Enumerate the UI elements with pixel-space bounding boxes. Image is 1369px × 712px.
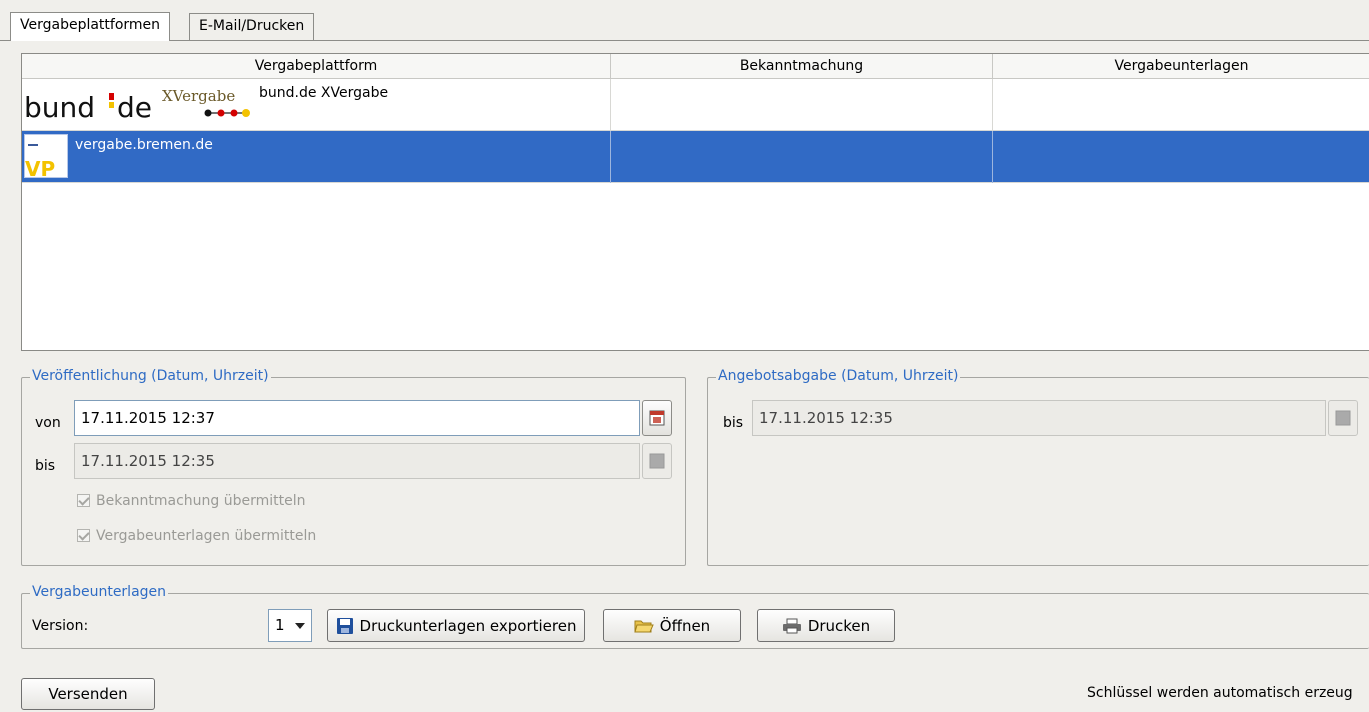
column-header-platform[interactable]: Vergabeplattform <box>22 54 611 79</box>
from-label: von <box>35 415 61 431</box>
vp-logo: VP <box>24 134 68 179</box>
checkbox-icon <box>77 529 90 542</box>
offer-calendar-button <box>1328 400 1358 436</box>
publication-to-input: 17.11.2015 12:35 <box>74 443 640 479</box>
checkbox-icon <box>77 494 90 507</box>
tab-vergabeplattformen[interactable]: Vergabeplattformen <box>10 12 171 41</box>
documents-group: Vergabeunterlagen Version: 1 Druckunterl… <box>21 584 1369 649</box>
calendar-icon <box>1335 410 1351 426</box>
publication-group: Veröffentlichung (Datum, Uhrzeit) von 17… <box>21 368 686 566</box>
publication-from-calendar-button[interactable] <box>642 400 672 436</box>
announcement-checkbox: Bekanntmachung übermitteln <box>77 493 306 509</box>
dropdown-arrow-icon <box>295 623 305 629</box>
platform-cell: VP vergabe.bremen.de <box>22 131 611 183</box>
announcement-cell <box>611 79 993 131</box>
version-label: Version: <box>32 618 89 634</box>
publication-legend: Veröffentlichung (Datum, Uhrzeit) <box>30 368 271 384</box>
print-button[interactable]: Drucken <box>757 609 895 642</box>
calendar-icon <box>649 410 665 426</box>
platform-cell: bund de XVergabe bund.de XVergabe <box>22 79 611 131</box>
tab-email-drucken[interactable]: E-Mail/Drucken <box>189 13 315 40</box>
calendar-icon <box>649 453 665 469</box>
to-label: bis <box>35 458 56 474</box>
publication-to-calendar-button <box>642 443 672 479</box>
save-icon <box>336 617 353 634</box>
documents-legend: Vergabeunterlagen <box>30 584 169 600</box>
publication-from-input[interactable]: 17.11.2015 12:37 <box>74 400 640 436</box>
column-header-documents[interactable]: Vergabeunterlagen <box>993 54 1369 79</box>
documents-cell <box>993 131 1369 183</box>
table-row-selected[interactable]: VP vergabe.bremen.de <box>22 131 1369 183</box>
open-button[interactable]: Öffnen <box>603 609 741 642</box>
offer-to-input: 17.11.2015 12:35 <box>752 400 1326 436</box>
offer-group: Angebotsabgabe (Datum, Uhrzeit) bis 17.1… <box>707 368 1369 566</box>
bund-de-xvergabe-logo: bund de XVergabe <box>24 83 256 127</box>
export-print-documents-button[interactable]: Druckunterlagen exportieren <box>327 609 585 642</box>
platform-name: bund.de XVergabe <box>259 85 389 101</box>
documents-cell <box>993 79 1369 131</box>
announcement-cell <box>611 131 993 183</box>
table-header: Vergabeplattform Bekanntmachung Vergabeu… <box>22 54 1369 79</box>
offer-to-label: bis <box>723 415 744 431</box>
status-text: Schlüssel werden automatisch erzeug <box>1087 685 1353 701</box>
printer-icon <box>782 618 801 633</box>
column-header-announcement[interactable]: Bekanntmachung <box>611 54 993 79</box>
folder-open-icon <box>634 620 654 632</box>
tab-strip-divider <box>0 40 1369 41</box>
platform-name: vergabe.bremen.de <box>75 137 213 153</box>
version-select[interactable]: 1 <box>268 609 312 642</box>
send-button[interactable]: Versenden <box>21 678 155 710</box>
offer-legend: Angebotsabgabe (Datum, Uhrzeit) <box>716 368 961 384</box>
table-row[interactable]: bund de XVergabe bund.de XVergabe <box>22 79 1369 131</box>
platform-table[interactable]: Vergabeplattform Bekanntmachung Vergabeu… <box>21 53 1369 351</box>
documents-checkbox: Vergabeunterlagen übermitteln <box>77 528 316 544</box>
